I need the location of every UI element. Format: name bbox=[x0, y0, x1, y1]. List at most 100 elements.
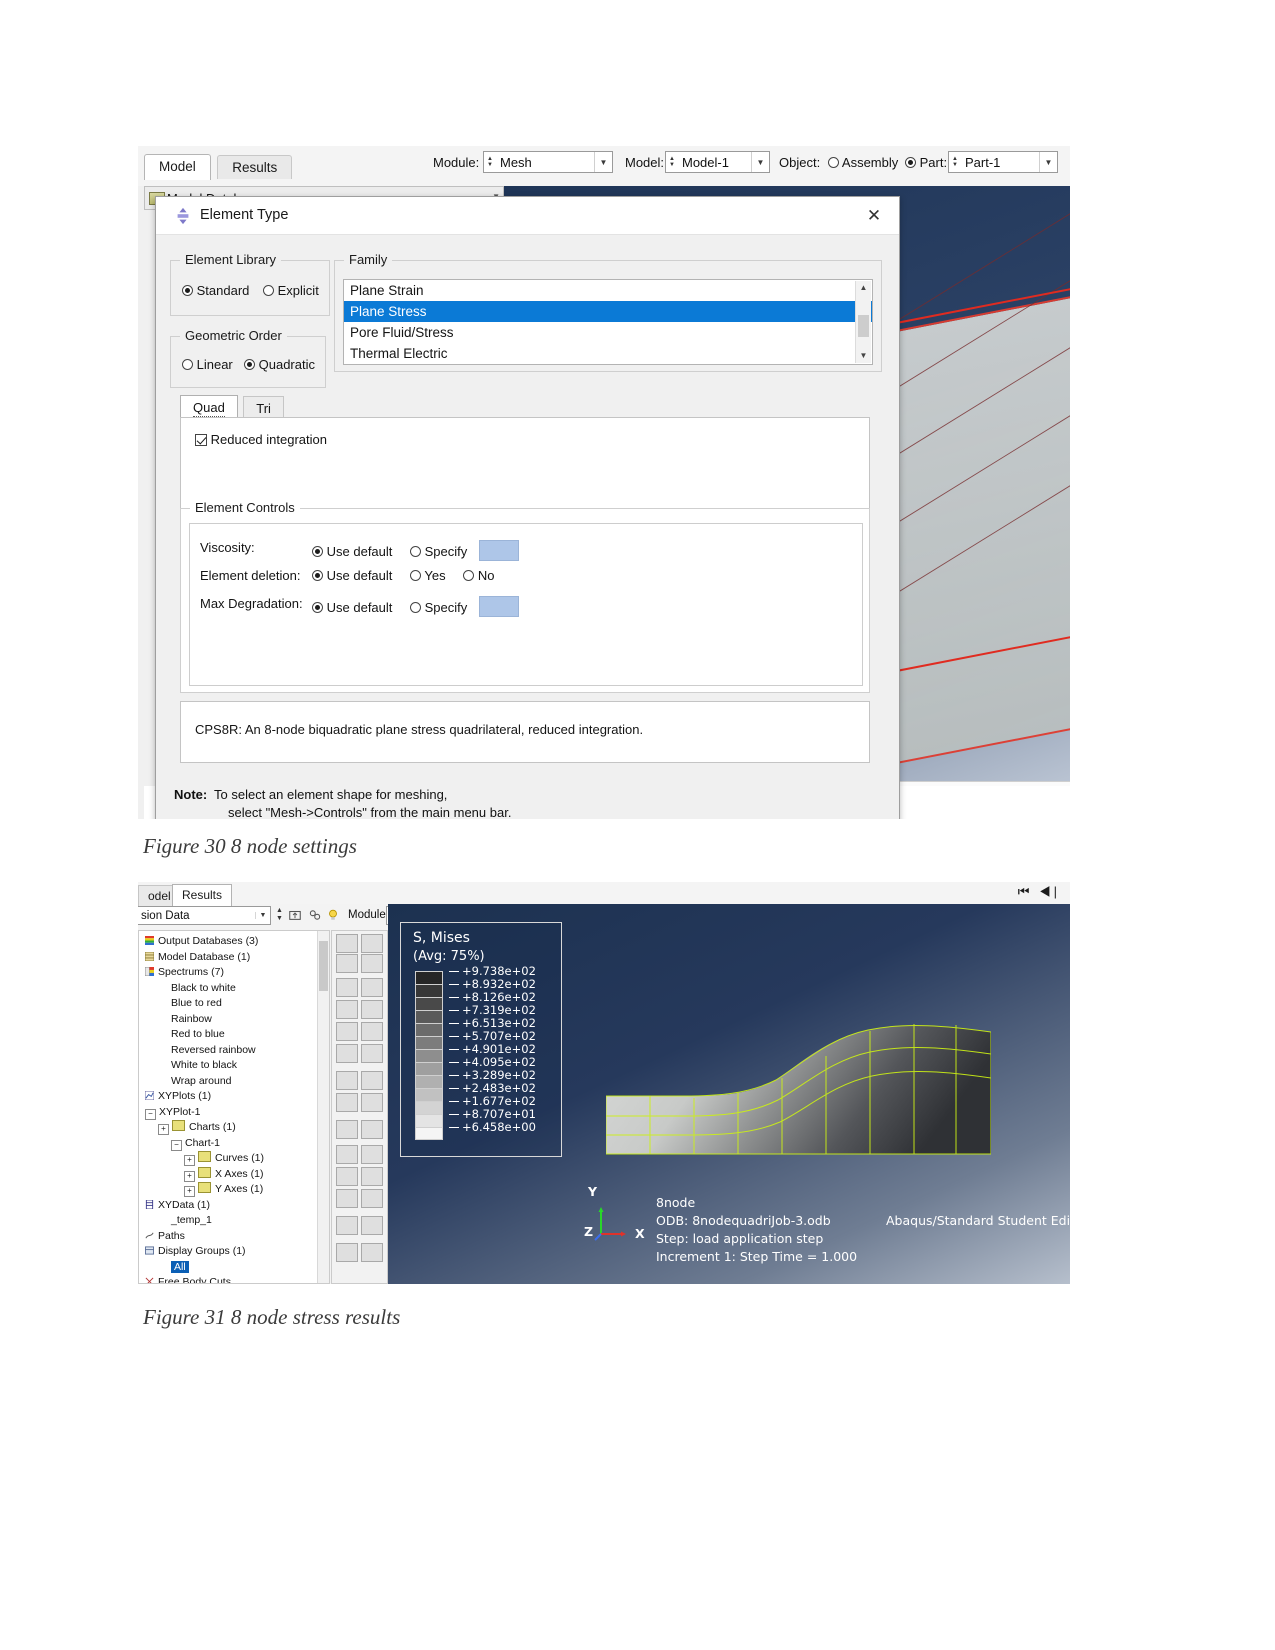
radio-icon[interactable] bbox=[312, 570, 323, 581]
tab-results[interactable]: Results bbox=[217, 155, 293, 179]
radio-explicit-icon[interactable] bbox=[263, 285, 274, 296]
radio-standard-icon[interactable] bbox=[182, 285, 193, 296]
tree-item[interactable]: Red to blue bbox=[143, 1027, 317, 1043]
tree-item[interactable]: + Charts (1) bbox=[143, 1120, 317, 1136]
reduced-integration-checkbox[interactable]: Reduced integration bbox=[195, 432, 327, 447]
radio-quadratic-icon[interactable] bbox=[244, 359, 255, 370]
tree-item[interactable]: Wrap around bbox=[143, 1074, 317, 1090]
radio-icon[interactable] bbox=[463, 570, 475, 581]
element-deletion-yes-radio[interactable]: Yes bbox=[410, 568, 449, 583]
radio-icon[interactable] bbox=[410, 570, 422, 581]
radio-icon[interactable] bbox=[410, 546, 422, 557]
element-deletion-no-radio[interactable]: No bbox=[463, 568, 495, 583]
family-scrollbar[interactable]: ▲ ▼ bbox=[855, 281, 871, 363]
radio-icon[interactable] bbox=[312, 602, 323, 613]
radio-icon[interactable] bbox=[410, 602, 422, 613]
tree-item[interactable]: − XYPlot-1 bbox=[143, 1105, 317, 1121]
tree-item[interactable]: Model Database (1) bbox=[143, 950, 317, 966]
collapse-icon[interactable]: − bbox=[145, 1108, 156, 1120]
tree-item[interactable]: Reversed rainbow bbox=[143, 1043, 317, 1059]
scroll-up-icon[interactable]: ▲ bbox=[856, 281, 871, 295]
max-degradation-specify-radio[interactable]: Specify bbox=[410, 600, 471, 615]
family-item-pore-fluid-stress[interactable]: Pore Fluid/Stress bbox=[344, 322, 872, 343]
chevron-down-icon[interactable]: ▼ bbox=[255, 912, 270, 919]
chevron-down-icon[interactable]: ▼ bbox=[1039, 152, 1057, 172]
checkbox-icon[interactable] bbox=[195, 434, 207, 446]
radio-linear-icon[interactable] bbox=[182, 359, 193, 370]
max-degradation-input[interactable] bbox=[478, 596, 519, 617]
tree-item-count: (1) bbox=[197, 1198, 210, 1211]
expand-icon[interactable]: + bbox=[158, 1124, 169, 1135]
folder-up-icon[interactable] bbox=[288, 908, 302, 922]
visualization-icon-toolbar[interactable] bbox=[331, 930, 388, 1284]
tree-item[interactable]: _temp_1 bbox=[143, 1213, 317, 1229]
tree-item[interactable]: + Curves (1) bbox=[143, 1151, 317, 1167]
object-assembly-radio[interactable]: Assembly bbox=[828, 155, 898, 170]
tree-item[interactable]: All bbox=[143, 1260, 317, 1276]
link-icon[interactable] bbox=[308, 908, 322, 922]
tree-filter-combo[interactable]: sion Data ▼ bbox=[138, 906, 271, 925]
element-deletion-use-default-radio[interactable]: Use default bbox=[312, 568, 396, 583]
close-icon[interactable]: ✕ bbox=[859, 205, 889, 227]
radio-standard[interactable]: Standard bbox=[182, 283, 249, 298]
family-item-plane-stress[interactable]: Plane Stress bbox=[344, 301, 872, 322]
collapse-icon[interactable]: − bbox=[171, 1139, 182, 1151]
scroll-down-icon[interactable]: ▼ bbox=[856, 349, 871, 363]
part-combo[interactable]: ▲ ▼ Part-1 ▼ bbox=[948, 151, 1058, 173]
radio-linear[interactable]: Linear bbox=[182, 357, 233, 372]
radio-part-icon[interactable] bbox=[905, 157, 916, 168]
scrollbar-thumb[interactable] bbox=[319, 941, 328, 991]
tab-quad[interactable]: Quad bbox=[180, 395, 238, 419]
tree-item[interactable]: Rainbow bbox=[143, 1012, 317, 1028]
viscosity-use-default-radio[interactable]: Use default bbox=[312, 544, 396, 559]
chevron-down-icon[interactable]: ▼ bbox=[751, 152, 769, 172]
expand-icon[interactable]: + bbox=[184, 1170, 195, 1182]
tree-spinner-icon[interactable]: ▲ ▼ bbox=[276, 907, 283, 923]
chevron-down-icon[interactable]: ▼ bbox=[594, 152, 612, 172]
tree-item[interactable]: Display Groups (1) bbox=[143, 1244, 317, 1260]
module-spinner-icon[interactable]: ▲▼ bbox=[484, 152, 496, 172]
module-combo[interactable]: ▲ ▼ Mesh ▼ bbox=[483, 151, 613, 173]
viscosity-specify-radio[interactable]: Specify bbox=[410, 544, 471, 559]
tab-results[interactable]: Results bbox=[172, 884, 233, 907]
results-tree[interactable]: Output Databases (3) Model Database (1) Sp… bbox=[138, 930, 330, 1284]
tree-item[interactable]: + Y Axes (1) bbox=[143, 1182, 317, 1198]
dialog-body: Element Library Standard Explicit Geomet… bbox=[156, 235, 899, 819]
tree-item[interactable]: XYPlots (1) bbox=[143, 1089, 317, 1105]
animation-nav-icons[interactable]: ⏮ ◀| bbox=[1018, 884, 1060, 900]
tree-item[interactable]: Spectrums (7) bbox=[143, 965, 317, 981]
element-library-caption: Element Library bbox=[180, 252, 282, 267]
family-list[interactable]: Plane Strain Plane Stress Pore Fluid/Str… bbox=[343, 279, 873, 365]
radio-quadratic[interactable]: Quadratic bbox=[244, 357, 315, 372]
family-item-thermal-electric[interactable]: Thermal Electric bbox=[344, 343, 872, 364]
tree-item[interactable]: − Chart-1 bbox=[143, 1136, 317, 1152]
tree-item[interactable]: Output Databases (3) bbox=[143, 934, 317, 950]
expand-icon[interactable]: + bbox=[184, 1186, 195, 1197]
tree-item[interactable]: White to black bbox=[143, 1058, 317, 1074]
tree-item[interactable]: Paths bbox=[143, 1229, 317, 1245]
tree-item[interactable]: + X Axes (1) bbox=[143, 1166, 317, 1183]
bulb-icon[interactable] bbox=[326, 907, 340, 922]
element-type-dialog[interactable]: Element Type ✕ Element Library Standard … bbox=[155, 196, 900, 819]
tree-item[interactable]: Free Body Cuts bbox=[143, 1275, 317, 1283]
part-spinner-icon[interactable]: ▲ ▼ bbox=[949, 152, 961, 172]
scrollbar-thumb[interactable] bbox=[858, 315, 869, 337]
object-part-radio[interactable]: Part: bbox=[905, 155, 947, 170]
results-viewport[interactable]: S, Mises (Avg: 75%) +9.738e+02 +8.932e+02… bbox=[388, 904, 1070, 1284]
radio-explicit[interactable]: Explicit bbox=[263, 283, 319, 298]
tree-item[interactable]: Blue to red bbox=[143, 996, 317, 1012]
viscosity-input[interactable] bbox=[478, 540, 519, 561]
tab-model[interactable]: Model bbox=[144, 154, 211, 180]
tree-item[interactable]: XYData (1) bbox=[143, 1198, 317, 1214]
tree-scrollbar[interactable] bbox=[317, 931, 329, 1283]
model-combo[interactable]: ▲ ▼ Model-1 ▼ bbox=[665, 151, 770, 173]
element-deletion-label: Element deletion: bbox=[200, 568, 301, 583]
radio-icon[interactable] bbox=[312, 546, 323, 557]
tree-item[interactable]: Black to white bbox=[143, 981, 317, 997]
expand-icon[interactable]: + bbox=[184, 1155, 195, 1166]
radio-assembly-icon[interactable] bbox=[828, 157, 839, 168]
family-item-plane-strain[interactable]: Plane Strain bbox=[344, 280, 872, 301]
max-degradation-use-default-radio[interactable]: Use default bbox=[312, 600, 396, 615]
model-spinner-icon[interactable]: ▲ ▼ bbox=[666, 152, 678, 172]
viscosity-specify-label: Specify bbox=[424, 544, 468, 559]
